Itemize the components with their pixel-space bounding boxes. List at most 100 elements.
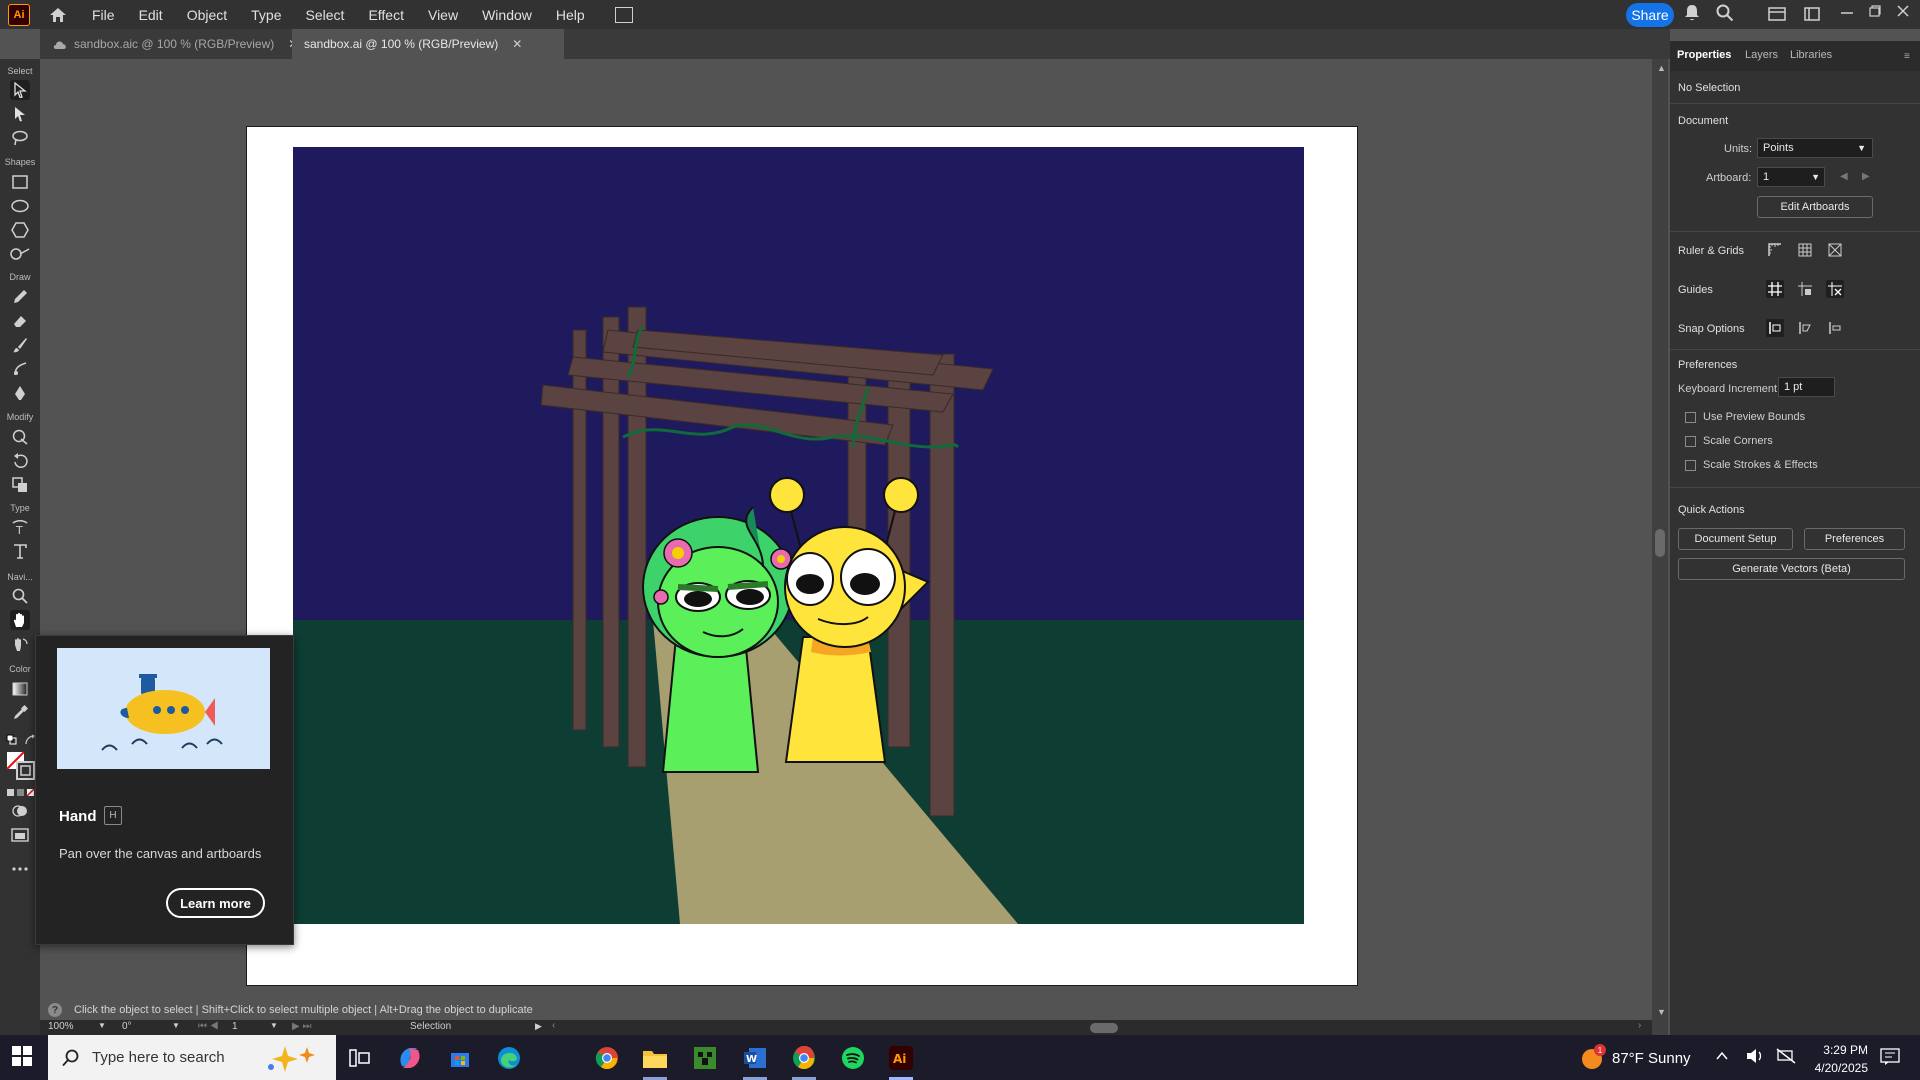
snap-to-pixel-icon[interactable]	[1796, 319, 1814, 337]
scroll-down-icon[interactable]: ▼	[1657, 1007, 1666, 1017]
windows-start-icon[interactable]	[12, 1046, 32, 1071]
generate-vectors-button[interactable]: Generate Vectors (Beta)	[1678, 558, 1905, 580]
document-setup-button[interactable]: Document Setup	[1678, 528, 1793, 550]
edit-artboards-button[interactable]: Edit Artboards	[1757, 196, 1873, 218]
help-icon[interactable]: ?	[48, 1003, 62, 1017]
learn-more-button[interactable]: Learn more	[166, 888, 265, 918]
minecraft-icon[interactable]	[690, 1043, 720, 1073]
artwork[interactable]	[293, 147, 1304, 924]
menu-view[interactable]: View	[428, 7, 458, 23]
menu-window[interactable]: Window	[482, 7, 532, 23]
polygon-tool-icon[interactable]	[10, 220, 30, 240]
screen-mode-icon[interactable]	[10, 825, 30, 845]
transparency-grid-icon[interactable]	[1826, 241, 1844, 259]
default-colors-icon[interactable]	[6, 733, 18, 751]
restore-icon[interactable]	[1868, 4, 1882, 23]
chrome-icon[interactable]	[592, 1043, 622, 1073]
tab-sandbox-ai[interactable]: sandbox.ai @ 100 % (RGB/Preview) ✕	[292, 29, 564, 59]
first-artboard-icon[interactable]: ⏮ ◀	[198, 1021, 219, 1032]
pen-tool-icon[interactable]	[10, 383, 30, 403]
lasso-tool-icon[interactable]	[10, 128, 30, 148]
tab-libraries[interactable]: Libraries	[1790, 49, 1832, 61]
tab-properties[interactable]: Properties	[1677, 49, 1731, 61]
network-off-icon[interactable]	[1776, 1048, 1796, 1069]
type-on-path-tool-icon[interactable]: T	[10, 517, 30, 537]
scroll-up-icon[interactable]: ▲	[1657, 63, 1666, 73]
shape-builder-tool-icon[interactable]	[10, 427, 30, 447]
previous-artboard-icon[interactable]: ◀	[1840, 171, 1848, 182]
weather-icon[interactable]: 1	[1580, 1044, 1606, 1076]
close-icon[interactable]	[1896, 4, 1910, 23]
search-icon[interactable]	[1716, 4, 1734, 27]
clock-time[interactable]: 3:29 PM	[1812, 1043, 1868, 1057]
menu-edit[interactable]: Edit	[139, 7, 163, 23]
scroll-thumb[interactable]	[1655, 529, 1665, 557]
snap-to-point-icon[interactable]	[1766, 319, 1784, 337]
tab-close-icon[interactable]: ✕	[512, 37, 522, 51]
gradient-tool-icon[interactable]	[10, 679, 30, 699]
copilot-icon[interactable]	[395, 1043, 425, 1073]
minimize-icon[interactable]	[1840, 4, 1854, 23]
chevron-up-icon[interactable]	[1715, 1049, 1729, 1066]
workspace-icon[interactable]	[1768, 7, 1786, 26]
selection-tool-icon[interactable]	[10, 80, 30, 100]
weather-text[interactable]: 87°F Sunny	[1612, 1050, 1691, 1067]
horizontal-scroll-thumb[interactable]	[1090, 1023, 1118, 1033]
notifications-icon[interactable]	[1880, 1048, 1900, 1071]
ruler-icon[interactable]	[1766, 241, 1784, 259]
more-tools-icon[interactable]	[10, 859, 30, 879]
tab-sandbox-aic[interactable]: sandbox.aic @ 100 % (RGB/Preview) ✕	[40, 29, 300, 59]
ellipse-tool-icon[interactable]	[10, 196, 30, 216]
zoom-tool-icon[interactable]	[10, 586, 30, 606]
scale-strokes-effects-checkbox[interactable]: Scale Strokes & Effects	[1685, 459, 1818, 471]
spotify-icon[interactable]	[838, 1043, 868, 1073]
keyboard-increment-field[interactable]: 1 pt	[1778, 377, 1835, 397]
type-tool-icon[interactable]	[10, 541, 30, 561]
panel-toggle-icon[interactable]	[1804, 7, 1820, 26]
curvature-tool-icon[interactable]	[10, 359, 30, 379]
rotation-value[interactable]: 0°	[122, 1021, 132, 1032]
vertical-scrollbar[interactable]: ▲ ▼	[1652, 59, 1668, 1035]
eyedropper-tool-icon[interactable]	[10, 703, 30, 723]
rotate-view-tool-icon[interactable]	[10, 634, 30, 654]
tab-layers[interactable]: Layers	[1745, 49, 1778, 61]
shaper-tool-icon[interactable]	[10, 244, 30, 264]
scroll-left-icon[interactable]: ‹	[552, 1020, 555, 1031]
share-button[interactable]: Share	[1626, 3, 1674, 27]
menu-file[interactable]: File	[92, 7, 115, 23]
arrange-documents-icon[interactable]	[614, 6, 633, 23]
paintbrush-tool-icon[interactable]	[10, 335, 30, 355]
word-icon[interactable]: W	[740, 1043, 770, 1073]
pencil-tool-icon[interactable]	[10, 287, 30, 307]
direct-selection-tool-icon[interactable]	[10, 104, 30, 124]
preferences-button[interactable]: Preferences	[1804, 528, 1905, 550]
menu-effect[interactable]: Effect	[368, 7, 404, 23]
hand-tool-icon[interactable]	[10, 610, 30, 630]
artboard-number[interactable]: 1	[232, 1021, 238, 1032]
rotate-tool-icon[interactable]	[10, 451, 30, 471]
scale-tool-icon[interactable]	[10, 475, 30, 495]
clock-date[interactable]: 4/20/2025	[1803, 1061, 1868, 1075]
task-view-icon[interactable]	[345, 1043, 375, 1073]
smart-guides-icon[interactable]	[1826, 280, 1844, 298]
lock-guides-icon[interactable]	[1796, 280, 1814, 298]
snap-to-glyph-icon[interactable]	[1826, 319, 1844, 337]
eraser-tool-icon[interactable]	[10, 311, 30, 331]
illustrator-taskbar-icon[interactable]: Ai	[886, 1043, 916, 1073]
chevron-down-icon[interactable]: ▼	[270, 1021, 278, 1030]
scale-corners-checkbox[interactable]: Scale Corners	[1685, 435, 1773, 447]
menu-help[interactable]: Help	[556, 7, 585, 23]
microsoft-store-icon[interactable]	[445, 1043, 475, 1073]
draw-mode-icon[interactable]	[10, 801, 30, 821]
units-select[interactable]: Points ▼	[1757, 138, 1873, 158]
chevron-down-icon[interactable]: ▼	[172, 1021, 180, 1030]
grid-icon[interactable]	[1796, 241, 1814, 259]
last-artboard-icon[interactable]: ▶ ⏭	[292, 1021, 311, 1032]
rectangle-tool-icon[interactable]	[10, 172, 30, 192]
menu-object[interactable]: Object	[187, 7, 227, 23]
edge-icon[interactable]	[494, 1043, 524, 1073]
panel-menu-icon[interactable]: ≡	[1904, 51, 1910, 62]
show-guides-icon[interactable]	[1766, 280, 1784, 298]
home-icon[interactable]	[48, 5, 68, 25]
zoom-level[interactable]: 100%	[48, 1021, 74, 1032]
